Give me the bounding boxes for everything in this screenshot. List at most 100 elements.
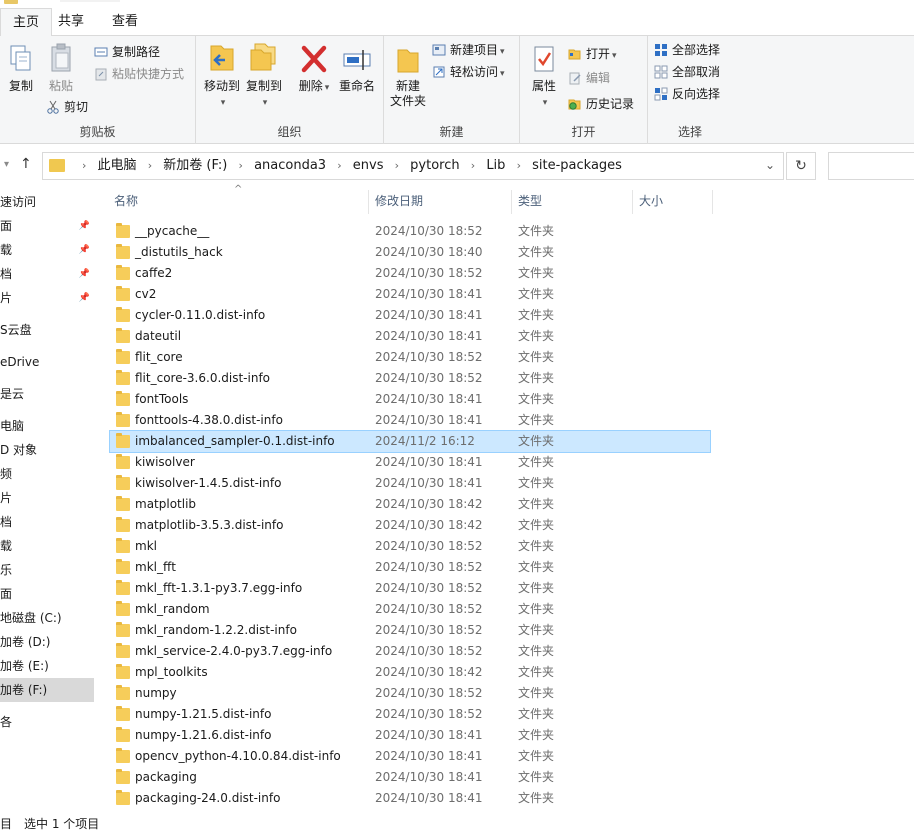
crumb-anaconda3[interactable]: anaconda3: [254, 158, 326, 173]
file-row[interactable]: mkl_fft-1.3.1-py3.7.egg-info 2024/10/30 1…: [110, 578, 710, 599]
nav-item[interactable]: 地磁盘 (C:): [0, 606, 94, 630]
chevron-right-icon[interactable]: ›: [517, 159, 521, 172]
column-divider[interactable]: [368, 190, 369, 214]
crumb-lib[interactable]: Lib: [486, 158, 505, 173]
rename-button[interactable]: 重命名: [336, 44, 378, 94]
open-button[interactable]: 打开 ▾: [568, 44, 617, 64]
crumb-pytorch[interactable]: pytorch: [410, 158, 459, 173]
tab-view[interactable]: 查看: [100, 8, 150, 36]
file-row[interactable]: _distutils_hack 2024/10/30 18:40 文件夹: [110, 242, 710, 263]
chevron-right-icon[interactable]: ›: [337, 159, 341, 172]
file-row[interactable]: mkl_random 2024/10/30 18:52 文件夹: [110, 599, 710, 620]
pin-icon[interactable]: 📌: [79, 214, 90, 238]
crumb-envs[interactable]: envs: [353, 158, 384, 173]
file-row[interactable]: mkl_fft 2024/10/30 18:52 文件夹: [110, 557, 710, 578]
file-row[interactable]: dateutil 2024/10/30 18:41 文件夹: [110, 326, 710, 347]
file-row[interactable]: kiwisolver-1.4.5.dist-info 2024/10/30 18:…: [110, 473, 710, 494]
column-header-type[interactable]: 类型: [518, 190, 542, 214]
column-header-name[interactable]: 名称: [114, 190, 138, 214]
chevron-right-icon[interactable]: ›: [148, 159, 152, 172]
easy-access-button[interactable]: 轻松访问 ▾: [432, 62, 505, 82]
file-row[interactable]: kiwisolver 2024/10/30 18:41 文件夹: [110, 452, 710, 473]
select-none-button[interactable]: 全部取消: [654, 62, 720, 82]
address-bar[interactable]: › 此电脑 › 新加卷 (F:) › anaconda3 › envs › py…: [42, 152, 784, 180]
column-divider[interactable]: [712, 190, 713, 214]
column-header-date[interactable]: 修改日期: [375, 190, 423, 214]
search-input[interactable]: [828, 152, 914, 180]
nav-item[interactable]: 档: [0, 510, 94, 534]
history-button[interactable]: 历史记录: [568, 94, 634, 114]
paste-shortcut-button[interactable]: 粘贴快捷方式: [94, 64, 184, 84]
recent-locations-icon[interactable]: ▾: [4, 159, 9, 170]
column-header-size[interactable]: 大小: [639, 190, 663, 214]
column-divider[interactable]: [632, 190, 633, 214]
file-row[interactable]: caffe2 2024/10/30 18:52 文件夹: [110, 263, 710, 284]
file-row[interactable]: numpy 2024/10/30 18:52 文件夹: [110, 683, 710, 704]
file-row[interactable]: flit_core-3.6.0.dist-info 2024/10/30 18:5…: [110, 368, 710, 389]
file-row[interactable]: cycler-0.11.0.dist-info 2024/10/30 18:41 文…: [110, 305, 710, 326]
file-row[interactable]: mkl_service-2.4.0-py3.7.egg-info 2024/10/…: [110, 641, 710, 662]
edit-button[interactable]: 编辑: [568, 68, 610, 88]
file-row[interactable]: fonttools-4.38.0.dist-info 2024/10/30 18:…: [110, 410, 710, 431]
pin-icon[interactable]: 📌: [79, 238, 90, 262]
delete-button[interactable]: 删除 ▾: [294, 44, 334, 96]
crumb-site-packages[interactable]: site-packages: [532, 158, 622, 173]
nav-item[interactable]: D 对象: [0, 438, 94, 462]
tab-share[interactable]: 共享: [46, 8, 96, 36]
nav-item[interactable]: 片: [0, 486, 94, 510]
nav-item[interactable]: 档 📌: [0, 262, 94, 286]
column-divider[interactable]: [511, 190, 512, 214]
file-row[interactable]: imbalanced_sampler-0.1.dist-info 2024/11/…: [109, 430, 711, 453]
file-row[interactable]: packaging-24.0.dist-info 2024/10/30 18:41…: [110, 788, 710, 809]
new-folder-button[interactable]: 新建 文件夹: [388, 44, 428, 109]
file-row[interactable]: mpl_toolkits 2024/10/30 18:42 文件夹: [110, 662, 710, 683]
file-row[interactable]: mkl_random-1.2.2.dist-info 2024/10/30 18:…: [110, 620, 710, 641]
nav-item[interactable]: 片 📌: [0, 286, 94, 310]
pin-icon[interactable]: 📌: [79, 286, 90, 310]
chevron-right-icon[interactable]: ›: [239, 159, 243, 172]
paste-button[interactable]: 粘贴: [44, 42, 78, 94]
nav-item[interactable]: 载 📌: [0, 238, 94, 262]
nav-item[interactable]: 电脑: [0, 414, 94, 438]
chevron-right-icon[interactable]: ›: [395, 159, 399, 172]
refresh-button[interactable]: ↻: [786, 152, 816, 180]
file-row[interactable]: flit_core 2024/10/30 18:52 文件夹: [110, 347, 710, 368]
file-row[interactable]: matplotlib-3.5.3.dist-info 2024/10/30 18:…: [110, 515, 710, 536]
new-item-button[interactable]: 新建项目 ▾: [432, 40, 505, 60]
file-row[interactable]: fontTools 2024/10/30 18:41 文件夹: [110, 389, 710, 410]
crumb-drive-f[interactable]: 新加卷 (F:): [163, 158, 227, 173]
nav-item[interactable]: 各: [0, 710, 94, 734]
nav-item[interactable]: 加卷 (F:): [0, 678, 94, 702]
chevron-right-icon[interactable]: ›: [471, 159, 475, 172]
select-all-button[interactable]: 全部选择: [654, 40, 720, 60]
file-row[interactable]: mkl 2024/10/30 18:52 文件夹: [110, 536, 710, 557]
cut-button[interactable]: 剪切: [46, 97, 88, 117]
tab-home[interactable]: 主页: [0, 8, 53, 36]
invert-selection-button[interactable]: 反向选择: [654, 84, 720, 104]
properties-button[interactable]: 属性 ▾: [526, 44, 562, 108]
up-arrow-icon[interactable]: ↑: [20, 156, 32, 172]
copy-path-button[interactable]: 复制路径: [94, 42, 160, 62]
copy-button[interactable]: 复制: [4, 42, 38, 94]
nav-item[interactable]: 加卷 (E:): [0, 654, 94, 678]
file-row[interactable]: numpy-1.21.6.dist-info 2024/10/30 18:41 文件…: [110, 725, 710, 746]
nav-item[interactable]: 频: [0, 462, 94, 486]
nav-item[interactable]: 面: [0, 582, 94, 606]
file-row[interactable]: cv2 2024/10/30 18:41 文件夹: [110, 284, 710, 305]
file-row[interactable]: opencv_python-4.10.0.84.dist-info 2024/10…: [110, 746, 710, 767]
file-row[interactable]: numpy-1.21.5.dist-info 2024/10/30 18:52 文件…: [110, 704, 710, 725]
file-row[interactable]: __pycache__ 2024/10/30 18:52 文件夹: [110, 221, 710, 242]
nav-item[interactable]: 加卷 (D:): [0, 630, 94, 654]
nav-item[interactable]: 面 📌: [0, 214, 94, 238]
nav-item[interactable]: 是云: [0, 382, 94, 406]
move-to-button[interactable]: 移动到▾: [202, 42, 242, 111]
copy-to-button[interactable]: 复制到▾: [244, 42, 284, 111]
nav-item[interactable]: S云盘: [0, 318, 94, 342]
file-row[interactable]: matplotlib 2024/10/30 18:42 文件夹: [110, 494, 710, 515]
file-row[interactable]: packaging 2024/10/30 18:41 文件夹: [110, 767, 710, 788]
nav-item[interactable]: eDrive: [0, 350, 94, 374]
chevron-down-icon[interactable]: ⌄: [765, 158, 775, 172]
nav-item[interactable]: 载: [0, 534, 94, 558]
crumb-this-pc[interactable]: 此电脑: [98, 158, 137, 173]
nav-item[interactable]: 速访问: [0, 190, 94, 214]
